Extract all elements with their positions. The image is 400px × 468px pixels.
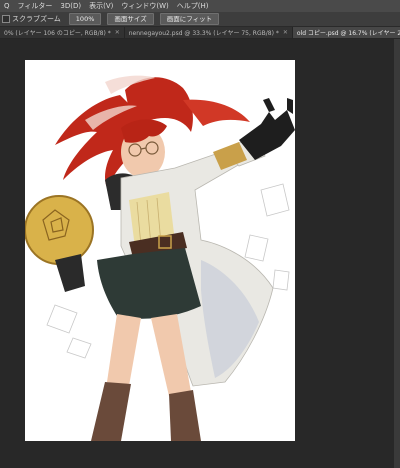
tab-label: nennegayou2.psd @ 33.3% (レイヤー 75, RGB/8)… bbox=[128, 30, 279, 37]
document-tab[interactable]: nennegayou2.psd @ 33.3% (レイヤー 75, RGB/8)… bbox=[125, 27, 293, 38]
tab-label: old コピー.psd @ 16.7% (レイヤー 28, RGB/8) bbox=[296, 30, 400, 37]
document-tab[interactable]: 0% (レイヤー 106 のコピー, RGB/8) * ✕ bbox=[0, 27, 125, 38]
scrubby-zoom-checkbox[interactable] bbox=[2, 15, 10, 23]
scrubby-zoom-label: スクラブズーム bbox=[12, 15, 61, 23]
menu-item-filter[interactable]: フィルター bbox=[14, 0, 57, 12]
fill-screen-button[interactable]: 画面にフィット bbox=[159, 13, 220, 25]
menu-item-view[interactable]: 表示(V) bbox=[85, 0, 117, 12]
skirt bbox=[97, 248, 201, 319]
menu-item-window[interactable]: ウィンドウ(W) bbox=[117, 0, 172, 12]
illustration-artwork bbox=[25, 60, 295, 441]
tab-label: 0% (レイヤー 106 のコピー, RGB/8) * bbox=[4, 30, 111, 37]
menu-bar: Q フィルター 3D(D) 表示(V) ウィンドウ(W) ヘルプ(H) bbox=[0, 0, 400, 12]
options-bar: スクラブズーム 100% 画面サイズ 画面にフィット bbox=[0, 12, 400, 27]
right-panel-edge bbox=[394, 39, 400, 468]
document-tab-active[interactable]: old コピー.psd @ 16.7% (レイヤー 28, RGB/8) ✕ bbox=[292, 27, 400, 38]
zoom-100-button[interactable]: 100% bbox=[68, 13, 102, 25]
document-canvas[interactable] bbox=[25, 60, 295, 441]
menu-item-q[interactable]: Q bbox=[0, 0, 14, 12]
close-icon[interactable]: ✕ bbox=[115, 29, 120, 36]
fit-screen-button[interactable]: 画面サイズ bbox=[107, 13, 154, 25]
document-tab-bar: 0% (レイヤー 106 のコピー, RGB/8) * ✕ nennegayou… bbox=[0, 27, 400, 39]
scrubby-zoom-option[interactable]: スクラブズーム bbox=[2, 14, 61, 24]
close-icon[interactable]: ✕ bbox=[283, 29, 288, 36]
menu-item-help[interactable]: ヘルプ(H) bbox=[173, 0, 213, 12]
canvas-workspace[interactable] bbox=[0, 39, 400, 468]
photoshop-window: Q フィルター 3D(D) 表示(V) ウィンドウ(W) ヘルプ(H) スクラブ… bbox=[0, 0, 400, 468]
menu-item-3d[interactable]: 3D(D) bbox=[56, 0, 85, 12]
golden-coin bbox=[25, 195, 94, 265]
